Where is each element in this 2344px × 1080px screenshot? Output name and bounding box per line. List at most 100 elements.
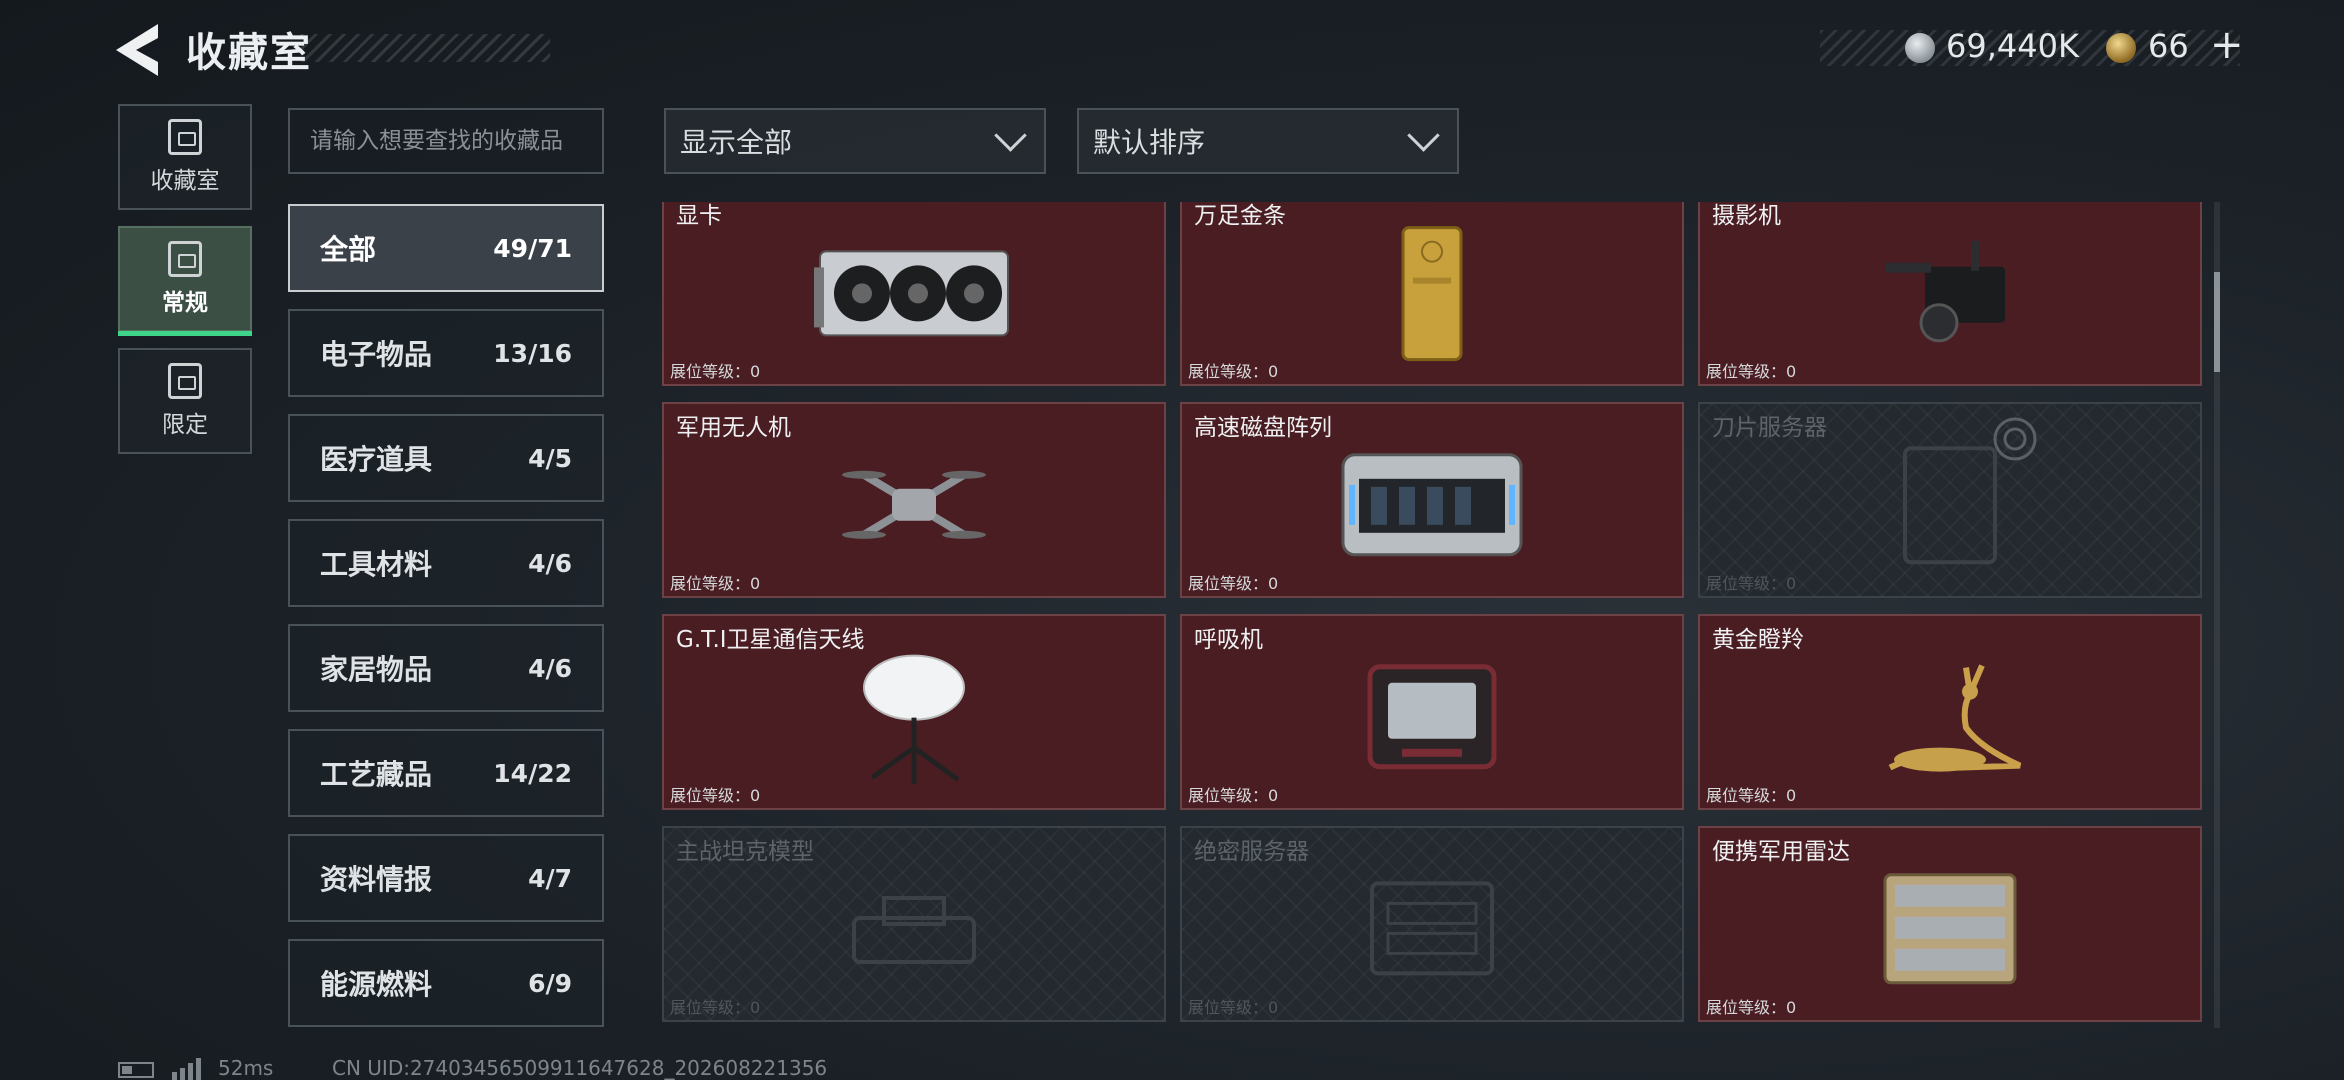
item-level: 展位等级：0 xyxy=(670,574,761,593)
item-name: 黄金瞪羚 xyxy=(1712,627,1804,653)
item-card[interactable]: 主战坦克模型 展位等级：0 xyxy=(662,826,1166,1022)
item-level: 展位等级：0 xyxy=(1706,998,1797,1017)
blade-server-icon xyxy=(1903,446,1997,565)
category-crafts[interactable]: 工艺藏品 14/22 xyxy=(288,729,604,817)
rail-item-limited[interactable]: 限定 xyxy=(118,348,252,454)
category-count: 4/6 xyxy=(528,653,572,683)
chevron-down-icon xyxy=(1407,118,1440,152)
item-card[interactable]: G.T.I卫星通信天线 展位等级：0 xyxy=(662,614,1166,810)
rail-label: 收藏室 xyxy=(150,168,220,194)
category-name: 电子物品 xyxy=(320,338,433,371)
item-name: 显卡 xyxy=(676,203,722,229)
drone-icon xyxy=(842,470,986,539)
item-level: 展位等级：0 xyxy=(1188,574,1279,593)
title-decoration xyxy=(300,34,550,62)
category-name: 资料情报 xyxy=(320,863,433,896)
item-level: 展位等级：0 xyxy=(670,998,761,1017)
radar-icon xyxy=(1883,873,2017,985)
category-energy[interactable]: 能源燃料 6/9 xyxy=(288,939,604,1027)
item-name: 军用无人机 xyxy=(676,415,791,441)
category-name: 工艺藏品 xyxy=(320,758,433,791)
category-medical[interactable]: 医疗道具 4/5 xyxy=(288,414,604,502)
search-input[interactable] xyxy=(288,108,604,174)
back-arrow-icon xyxy=(116,24,158,76)
item-level: 展位等级：0 xyxy=(1706,574,1797,593)
item-level: 展位等级：0 xyxy=(670,786,761,805)
ping-readout: 52ms xyxy=(218,1056,274,1080)
item-card[interactable]: 高速磁盘阵列 展位等级：0 xyxy=(1180,402,1684,598)
category-count: 4/5 xyxy=(528,443,572,473)
item-card[interactable]: 万足金条 展位等级：0 xyxy=(1180,202,1684,386)
silver-coin-icon xyxy=(1905,33,1935,63)
gold-bar-icon xyxy=(1401,226,1463,362)
silver-amount: 69,440K xyxy=(1946,27,2079,65)
rail-label: 常规 xyxy=(162,290,208,316)
item-card[interactable]: 呼吸机 展位等级：0 xyxy=(1180,614,1684,810)
item-level: 展位等级：0 xyxy=(670,362,761,381)
category-tools[interactable]: 工具材料 4/6 xyxy=(288,519,604,607)
item-card[interactable]: 便携军用雷达 展位等级：0 xyxy=(1698,826,2202,1022)
category-count: 4/7 xyxy=(528,863,572,893)
category-name: 家居物品 xyxy=(320,653,433,686)
rail-label: 限定 xyxy=(162,412,208,438)
filter-dropdown-value: 显示全部 xyxy=(680,126,793,159)
item-level: 展位等级：0 xyxy=(1706,786,1797,805)
item-name: G.T.I卫星通信天线 xyxy=(676,627,865,653)
item-card[interactable]: 黄金瞪羚 展位等级：0 xyxy=(1698,614,2202,810)
server-icon xyxy=(1370,881,1494,976)
grid-scrollbar[interactable] xyxy=(2214,202,2220,1028)
add-currency-button[interactable]: + xyxy=(2210,22,2244,68)
page-title: 收藏室 xyxy=(186,30,312,76)
item-card[interactable]: 摄影机 展位等级：0 xyxy=(1698,202,2202,386)
category-electronics[interactable]: 电子物品 13/16 xyxy=(288,309,604,397)
item-card[interactable]: 绝密服务器 展位等级：0 xyxy=(1180,826,1684,1022)
item-card[interactable]: 刀片服务器 展位等级：0 xyxy=(1698,402,2202,598)
disk-array-icon xyxy=(1341,453,1523,557)
rail-item-collection-room[interactable]: 收藏室 xyxy=(118,104,252,210)
filter-dropdown[interactable]: 显示全部 xyxy=(664,108,1046,174)
back-button[interactable] xyxy=(112,22,162,78)
item-name: 刀片服务器 xyxy=(1712,415,1827,441)
camera-icon xyxy=(1885,240,2005,343)
item-card[interactable]: 显卡 展位等级：0 xyxy=(662,202,1166,386)
sort-dropdown[interactable]: 默认排序 xyxy=(1077,108,1459,174)
item-card[interactable]: 军用无人机 展位等级：0 xyxy=(662,402,1166,598)
picture-icon xyxy=(168,363,202,399)
gold-amount: 66 xyxy=(2148,27,2189,65)
item-name: 高速磁盘阵列 xyxy=(1194,415,1332,441)
tank-model-icon xyxy=(852,896,976,964)
item-name: 绝密服务器 xyxy=(1194,839,1309,865)
item-name: 摄影机 xyxy=(1712,203,1781,229)
item-level: 展位等级：0 xyxy=(1188,998,1279,1017)
item-name: 呼吸机 xyxy=(1194,627,1263,653)
document-icon xyxy=(168,241,202,277)
category-household[interactable]: 家居物品 4/6 xyxy=(288,624,604,712)
category-count: 49/71 xyxy=(493,233,572,263)
category-count: 13/16 xyxy=(493,338,572,368)
category-count: 4/6 xyxy=(528,548,572,578)
category-count: 6/9 xyxy=(528,968,572,998)
rail-item-regular[interactable]: 常规 xyxy=(118,226,252,336)
user-uid: CN UID:27403456509911647628_202608221356 xyxy=(332,1056,828,1080)
sort-dropdown-value: 默认排序 xyxy=(1093,126,1206,159)
signal-icon xyxy=(172,1058,201,1080)
item-name: 万足金条 xyxy=(1194,203,1286,229)
collection-grid: 显卡 展位等级：0 万足金条 展位等级：0 摄影机 展位等级：0 军用无人机 展… xyxy=(662,202,2204,1028)
item-level: 展位等级：0 xyxy=(1188,362,1279,381)
category-all[interactable]: 全部 49/71 xyxy=(288,204,604,292)
item-level: 展位等级：0 xyxy=(1706,362,1797,381)
category-name: 全部 xyxy=(320,233,377,266)
satellite-dish-icon xyxy=(863,654,965,784)
gpu-icon xyxy=(814,250,1009,337)
item-level: 展位等级：0 xyxy=(1188,786,1279,805)
gold-coin-icon xyxy=(2106,33,2136,63)
scroll-thumb[interactable] xyxy=(2214,272,2220,372)
chevron-down-icon xyxy=(994,118,1027,152)
item-name: 便携军用雷达 xyxy=(1712,839,1850,865)
category-intel[interactable]: 资料情报 4/7 xyxy=(288,834,604,922)
category-name: 医疗道具 xyxy=(320,443,433,476)
item-name: 主战坦克模型 xyxy=(676,839,814,865)
battery-icon xyxy=(118,1062,154,1078)
ventilator-icon xyxy=(1367,664,1497,770)
golden-gazelle-icon xyxy=(1888,664,2022,772)
